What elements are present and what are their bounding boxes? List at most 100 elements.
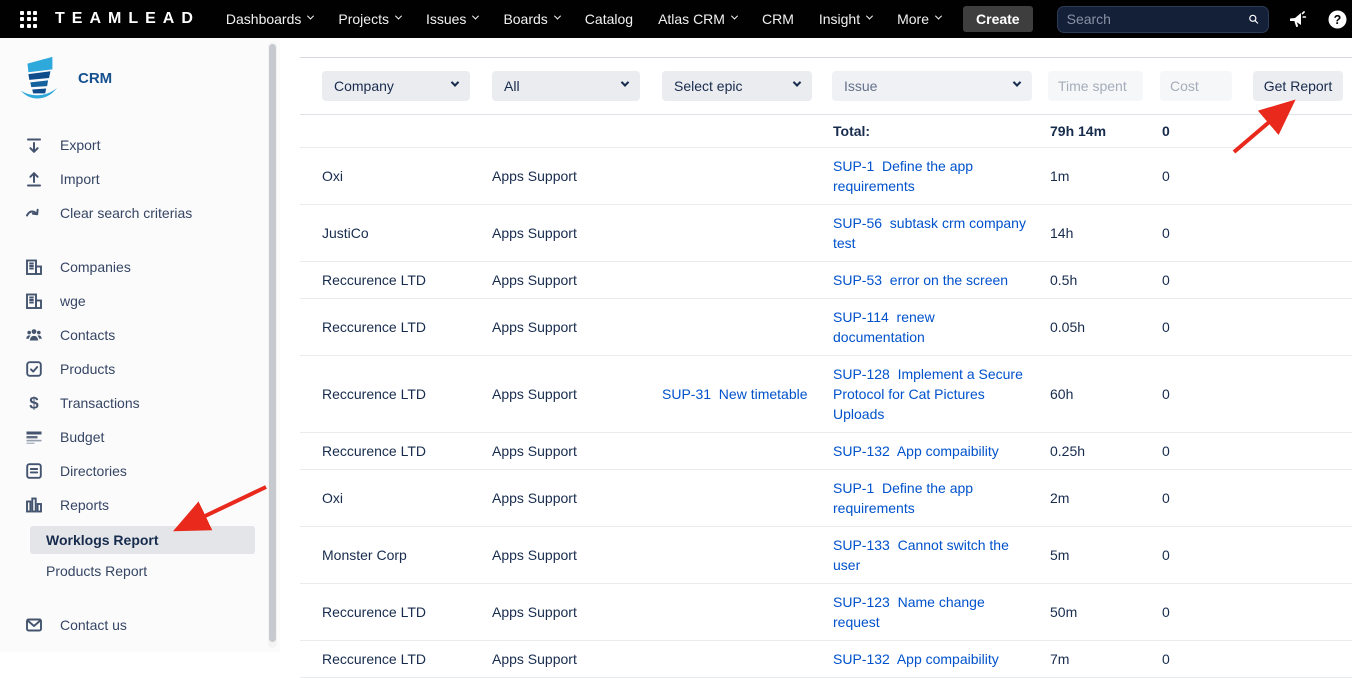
sidebar-item-label: Budget <box>60 429 104 445</box>
search-icon[interactable] <box>1248 11 1259 27</box>
document-icon <box>24 461 44 481</box>
issue-link[interactable]: SUP-53 error on the screen <box>833 272 1008 288</box>
nav-item-catalog[interactable]: Catalog <box>585 11 633 27</box>
sidebar-scrollbar-thumb[interactable] <box>269 44 276 642</box>
issue-link[interactable]: SUP-1 Define the app requirements <box>833 480 977 516</box>
help-icon[interactable]: ? <box>1327 9 1348 30</box>
time-spent-input[interactable] <box>1048 71 1143 101</box>
sidebar-item-label: wge <box>60 293 86 309</box>
issue-link[interactable]: SUP-128 Implement a Secure Protocol for … <box>833 366 1027 422</box>
epic-filter-dropdown[interactable]: Select epic <box>662 71 812 101</box>
sidebar-item-products-report[interactable]: Products Report <box>0 556 280 586</box>
nav-item-insight[interactable]: Insight <box>819 11 872 27</box>
cell-issue: SUP-56 subtask crm company test <box>833 205 1050 262</box>
building-icon <box>24 257 44 277</box>
cell-empty <box>492 115 662 148</box>
filter-bar: Company All Select epic Issue Get Report <box>300 57 1352 115</box>
chevron-down-icon <box>451 78 459 86</box>
issue-link[interactable]: SUP-133 Cannot switch the user <box>833 537 1013 573</box>
table-row: Reccurence LTD Apps Support SUP-114 rene… <box>300 299 1352 356</box>
cell-project: Apps Support <box>492 356 662 433</box>
table-row: Monster Corp Apps Support SUP-133 Cannot… <box>300 527 1352 584</box>
cell-issue: SUP-53 error on the screen <box>833 262 1050 299</box>
sidebar-item-label: Import <box>60 171 100 187</box>
sidebar-item-companies[interactable]: Companies <box>0 250 280 284</box>
issue-link[interactable]: SUP-123 Name change request <box>833 594 989 630</box>
create-button[interactable]: Create <box>963 6 1033 32</box>
worklogs-table: Total: 79h 14m 0 Oxi Apps Support SUP-1 … <box>300 115 1352 678</box>
sidebar-item-wge[interactable]: wge <box>0 284 280 318</box>
project-filter-dropdown[interactable]: All <box>492 71 640 101</box>
nav-item-dashboards[interactable]: Dashboards <box>226 11 314 27</box>
nav-item-boards[interactable]: Boards <box>503 11 559 27</box>
cell-issue: SUP-114 renew documentation <box>833 299 1050 356</box>
chevron-down-icon <box>621 78 629 86</box>
export-icon <box>24 135 44 155</box>
cell-epic <box>662 470 833 527</box>
sidebar-item-budget[interactable]: Budget <box>0 420 280 454</box>
apps-grid-icon[interactable] <box>20 11 37 28</box>
cell-epic <box>662 641 833 678</box>
issue-link[interactable]: SUP-1 Define the app requirements <box>833 158 977 194</box>
cell-project: Apps Support <box>492 470 662 527</box>
announcement-icon[interactable] <box>1287 9 1308 30</box>
issue-filter-dropdown[interactable]: Issue <box>832 71 1032 101</box>
nav-item-label: Dashboards <box>226 11 302 27</box>
nav-item-issues[interactable]: Issues <box>426 11 478 27</box>
project-filter-value: All <box>504 78 520 94</box>
envelope-icon <box>24 615 44 635</box>
cell-company: Reccurence LTD <box>300 356 492 433</box>
sidebar-item-transactions[interactable]: $ Transactions <box>0 386 280 420</box>
sidebar-item-label: Directories <box>60 463 127 479</box>
cell-time: 0.05h <box>1050 299 1162 356</box>
cell-empty <box>662 115 833 148</box>
import-icon <box>24 169 44 189</box>
sidebar-item-products[interactable]: Products <box>0 352 280 386</box>
nav-item-crm[interactable]: CRM <box>762 11 794 27</box>
cost-input[interactable] <box>1160 71 1232 101</box>
search-input[interactable] <box>1067 11 1248 27</box>
issue-link[interactable]: SUP-56 subtask crm company test <box>833 215 1030 251</box>
sidebar-item-label: Export <box>60 137 100 153</box>
cell-company: Reccurence LTD <box>300 433 492 470</box>
cell-cost: 0 <box>1162 262 1352 299</box>
get-report-button[interactable]: Get Report <box>1253 71 1343 101</box>
company-filter-dropdown[interactable]: Company <box>322 71 470 101</box>
cell-epic <box>662 299 833 356</box>
epic-link[interactable]: SUP-31 New timetable <box>662 386 808 402</box>
sidebar-item-contacts[interactable]: Contacts <box>0 318 280 352</box>
chevron-down-icon <box>1013 78 1021 86</box>
global-search[interactable] <box>1057 6 1269 33</box>
checkbox-icon <box>24 359 44 379</box>
sidebar-item-label: Contacts <box>60 327 115 343</box>
sidebar-item-reports[interactable]: Reports <box>0 488 280 522</box>
cell-company: Reccurence LTD <box>300 584 492 641</box>
epic-filter-value: Select epic <box>674 78 742 94</box>
table-row: Reccurence LTD Apps Support SUP-132 App … <box>300 641 1352 678</box>
sidebar-item-label: Clear search criterias <box>60 205 192 221</box>
nav-item-atlas-crm[interactable]: Atlas CRM <box>658 11 737 27</box>
brand-logo: TEAMLEAD <box>55 10 200 28</box>
sidebar-item-directories[interactable]: Directories <box>0 454 280 488</box>
nav-item-label: Atlas CRM <box>658 11 725 27</box>
sidebar-item-export[interactable]: Export <box>0 128 280 162</box>
cell-cost: 0 <box>1162 584 1352 641</box>
issue-link[interactable]: SUP-114 renew documentation <box>833 309 939 345</box>
chevron-down-icon <box>307 13 314 20</box>
sidebar-item-contact-us[interactable]: Contact us <box>0 608 280 642</box>
nav-item-more[interactable]: More <box>897 11 941 27</box>
cell-time: 7m <box>1050 641 1162 678</box>
sidebar-item-import[interactable]: Import <box>0 162 280 196</box>
sidebar-item-worklogs-report[interactable]: Worklogs Report <box>30 526 255 554</box>
sidebar-item-clear-search[interactable]: Clear search criterias <box>0 196 280 230</box>
sidebar-item-label: Products <box>60 361 115 377</box>
issue-link[interactable]: SUP-132 App compaibility <box>833 443 999 459</box>
issue-link[interactable]: SUP-132 App compaibility <box>833 651 999 667</box>
nav-item-label: More <box>897 11 929 27</box>
cell-issue: SUP-132 App compaibility <box>833 433 1050 470</box>
nav-item-label: Projects <box>338 11 389 27</box>
chevron-down-icon <box>793 78 801 86</box>
cell-epic <box>662 148 833 205</box>
nav-item-projects[interactable]: Projects <box>338 11 401 27</box>
cell-project: Apps Support <box>492 148 662 205</box>
